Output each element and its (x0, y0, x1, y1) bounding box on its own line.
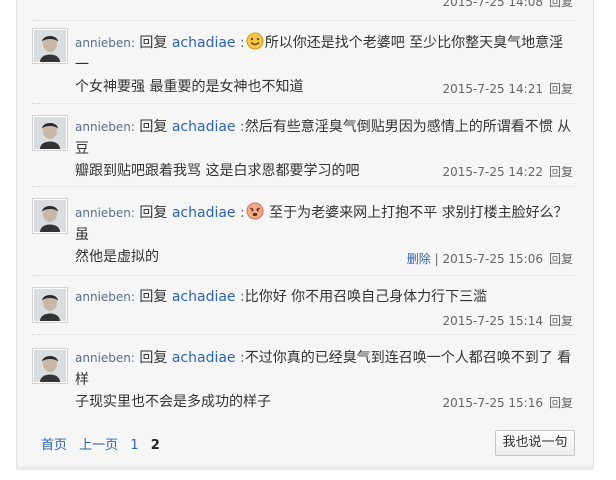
comment-item: annieben: 回复 achadiae :比你好 你不用召唤自己身体力行下三… (32, 275, 576, 334)
reply-link[interactable]: 回复 (549, 252, 573, 266)
delete-link[interactable]: 删除 (407, 252, 431, 266)
colon: : (240, 205, 245, 221)
avatar[interactable] (32, 287, 68, 323)
comment-meta: 删除 | 2015-7-25 15:06 回复 (407, 250, 573, 267)
target-user-link[interactable]: achadiae (172, 350, 236, 366)
comment-time: 2015-7-25 14:22 (442, 165, 543, 179)
comment-item: annieben: 回复 achadiae : 至于为老婆来网上打抱不平 求别打… (32, 186, 576, 275)
comment-item: annieben: 回复 achadiae : 所以你还是找个老婆吧 至少比你整天… (32, 20, 576, 103)
reply-word: 回复 (139, 205, 168, 221)
comment-text: annieben: 回复 achadiae :比你好 你不用召唤自己身体力行下三… (75, 286, 573, 308)
comment-meta: 2015-7-25 15:14 回复 (442, 312, 573, 329)
smile-emoji-icon (246, 32, 264, 50)
target-user-link[interactable]: achadiae (172, 35, 236, 51)
pager-current-page: 2 (150, 438, 160, 453)
reply-link[interactable]: 回复 (549, 165, 573, 179)
reply-link[interactable]: 回复 (549, 0, 573, 9)
comment-time: 2015-7-25 14:21 (442, 82, 543, 96)
comment-line: 个女神要强 最重要的是女神也不知道 (75, 79, 304, 95)
comment-time: 2015-7-25 14:08 (442, 0, 543, 9)
comment-item: annieben: 回复 achadiae :然后有些意淫臭气倒贴男因为感情上的… (32, 103, 576, 186)
pager-first-link[interactable]: 首页 (41, 438, 67, 453)
comment-line: 瓣跟到贴吧跟着我骂 这是白求恩都要学习的吧 (75, 163, 360, 179)
pager-page-1-link[interactable]: 1 (130, 438, 138, 453)
separator: | (434, 252, 439, 266)
target-user-link[interactable]: achadiae (172, 289, 236, 305)
reply-link[interactable]: 回复 (549, 82, 573, 96)
partial-comment-meta: 2015-7-25 14:08 回复 (442, 0, 573, 10)
username-link[interactable]: annieben: (75, 206, 135, 220)
reply-word: 回复 (139, 119, 168, 135)
post-comment-button[interactable]: 我也说一句 (495, 430, 575, 456)
angry-emoji-icon (246, 202, 264, 220)
avatar[interactable] (32, 348, 68, 384)
colon: : (240, 35, 245, 51)
comment-line: 然他是虚拟的 (75, 249, 159, 265)
comment-meta: 2015-7-25 14:21 回复 (442, 80, 573, 97)
avatar[interactable] (32, 198, 68, 234)
reply-word: 回复 (139, 350, 168, 366)
target-user-link[interactable]: achadiae (172, 119, 236, 135)
pager-prev-link[interactable]: 上一页 (79, 438, 118, 453)
comment-time: 2015-7-25 15:14 (442, 314, 543, 328)
panel-shadow (16, 466, 594, 470)
comment-item: annieben: 回复 achadiae :不过你真的已经臭气到连召唤一个人都… (32, 334, 576, 417)
pagination: 首页 上一页 1 2 (41, 434, 168, 453)
reply-word: 回复 (139, 289, 168, 305)
avatar[interactable] (32, 115, 68, 151)
comment-line: 比你好 你不用召唤自己身体力行下三滥 (244, 289, 488, 305)
target-user-link[interactable]: achadiae (172, 205, 236, 221)
reply-word: 回复 (139, 35, 168, 51)
comment-meta: 2015-7-25 15:16 回复 (442, 394, 573, 411)
comment-time: 2015-7-25 15:06 (442, 252, 543, 266)
comment-line: 子现实里也不会是多成功的样子 (75, 394, 271, 410)
username-link[interactable]: annieben: (75, 120, 135, 134)
username-link[interactable]: annieben: (75, 290, 135, 304)
username-link[interactable]: annieben: (75, 351, 135, 365)
avatar[interactable] (32, 28, 68, 64)
reply-link[interactable]: 回复 (549, 314, 573, 328)
comment-time: 2015-7-25 15:16 (442, 396, 543, 410)
comment-meta: 2015-7-25 14:22 回复 (442, 163, 573, 180)
reply-link[interactable]: 回复 (549, 396, 573, 410)
username-link[interactable]: annieben: (75, 36, 135, 50)
